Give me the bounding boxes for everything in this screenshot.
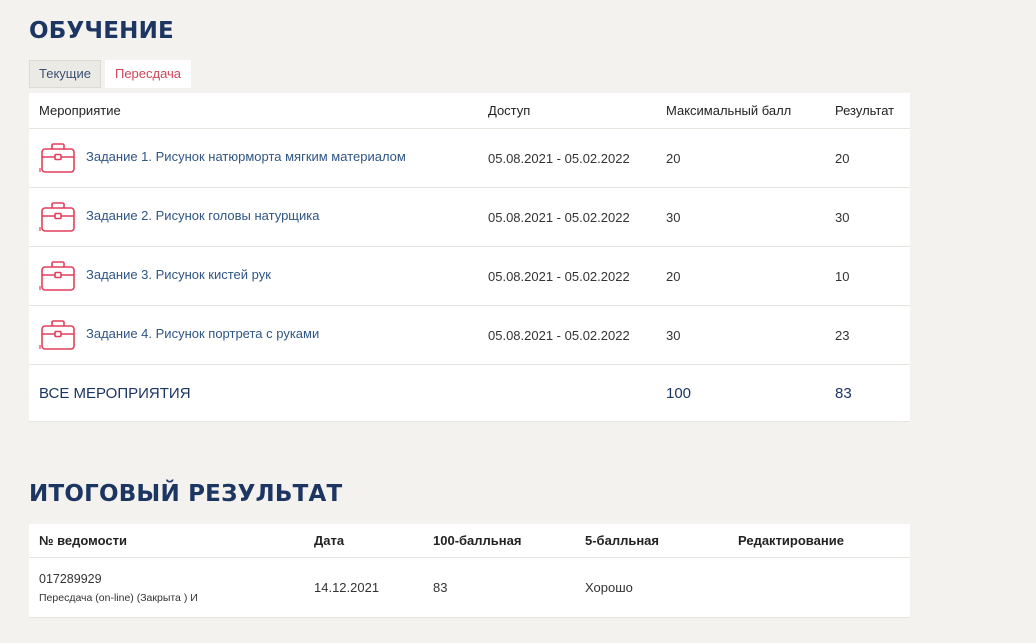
column-header-score5: 5-балльная (575, 524, 728, 558)
briefcase-icon (39, 261, 75, 291)
event-link[interactable]: Задание 3. Рисунок кистей рук (86, 267, 271, 282)
final-score5: Хорошо (575, 557, 728, 618)
column-header-max-score: Максимальный балл (656, 93, 825, 129)
briefcase-icon (39, 320, 75, 350)
learning-tabs: Текущие Пересдача (29, 60, 192, 88)
event-max-score: 30 (656, 305, 825, 365)
tab-current[interactable]: Текущие (29, 60, 101, 88)
column-header-edit: Редактирование (728, 524, 910, 558)
table-row: Задание 2. Рисунок головы натурщика 05.0… (29, 187, 910, 247)
events-header-row: Мероприятие Доступ Максимальный балл Рез… (29, 93, 910, 129)
event-result: 30 (825, 187, 910, 247)
table-row: Задание 4. Рисунок портрета с руками 05.… (29, 305, 910, 365)
column-header-access: Доступ (478, 93, 656, 129)
table-row: 017289929 Пересдача (on-line) (Закрыта )… (29, 557, 910, 618)
total-result: 83 (825, 364, 910, 422)
event-cell-content: Задание 1. Рисунок натюрморта мягким мат… (39, 141, 468, 175)
column-header-number: № ведомости (29, 524, 304, 558)
total-access-empty (478, 364, 656, 422)
table-row: Задание 3. Рисунок кистей рук 05.08.2021… (29, 246, 910, 306)
event-result: 10 (825, 246, 910, 306)
briefcase-icon (39, 143, 75, 173)
column-header-score100: 100-балльная (423, 524, 575, 558)
final-date: 14.12.2021 (304, 557, 423, 618)
record-number: 017289929 (39, 571, 102, 586)
event-result: 23 (825, 305, 910, 365)
event-cell: Задание 4. Рисунок портрета с руками (29, 305, 478, 365)
event-access: 05.08.2021 - 05.02.2022 (478, 187, 656, 247)
event-link[interactable]: Задание 4. Рисунок портрета с руками (86, 326, 319, 341)
event-max-score: 20 (656, 246, 825, 306)
event-access: 05.08.2021 - 05.02.2022 (478, 246, 656, 306)
final-section-title: ИТОГОВЫЙ РЕЗУЛЬТАТ (29, 481, 343, 507)
briefcase-icon (39, 202, 75, 232)
event-link[interactable]: Задание 2. Рисунок головы натурщика (86, 208, 319, 223)
final-result-table: № ведомости Дата 100-балльная 5-балльная… (29, 524, 910, 618)
event-cell: Задание 2. Рисунок головы натурщика (29, 187, 478, 247)
events-table: Мероприятие Доступ Максимальный балл Рез… (29, 93, 910, 422)
final-score100: 83 (423, 557, 575, 618)
record-subtitle: Пересдача (on-line) (Закрыта ) И (39, 591, 198, 604)
events-body: Задание 1. Рисунок натюрморта мягким мат… (29, 128, 910, 365)
column-header-event: Мероприятие (29, 93, 478, 129)
total-max-score: 100 (656, 364, 825, 422)
event-cell: Задание 3. Рисунок кистей рук (29, 246, 478, 306)
column-header-date: Дата (304, 524, 423, 558)
event-cell-content: Задание 3. Рисунок кистей рук (39, 259, 468, 293)
event-link[interactable]: Задание 1. Рисунок натюрморта мягким мат… (86, 149, 406, 164)
table-row: Задание 1. Рисунок натюрморта мягким мат… (29, 128, 910, 188)
learning-section-title: ОБУЧЕНИЕ (29, 18, 174, 44)
final-edit (728, 557, 910, 618)
event-max-score: 20 (656, 128, 825, 188)
event-cell: Задание 1. Рисунок натюрморта мягким мат… (29, 128, 478, 188)
event-max-score: 30 (656, 187, 825, 247)
final-number-cell: 017289929 Пересдача (on-line) (Закрыта )… (29, 557, 304, 618)
total-label: ВСЕ МЕРОПРИЯТИЯ (29, 364, 478, 422)
tab-retake[interactable]: Пересдача (104, 60, 192, 88)
final-header-row: № ведомости Дата 100-балльная 5-балльная… (29, 524, 910, 558)
event-cell-content: Задание 4. Рисунок портрета с руками (39, 318, 468, 352)
event-result: 20 (825, 128, 910, 188)
event-access: 05.08.2021 - 05.02.2022 (478, 305, 656, 365)
event-cell-content: Задание 2. Рисунок головы натурщика (39, 200, 468, 234)
event-access: 05.08.2021 - 05.02.2022 (478, 128, 656, 188)
column-header-result: Результат (825, 93, 910, 129)
total-row: ВСЕ МЕРОПРИЯТИЯ 100 83 (29, 364, 910, 422)
